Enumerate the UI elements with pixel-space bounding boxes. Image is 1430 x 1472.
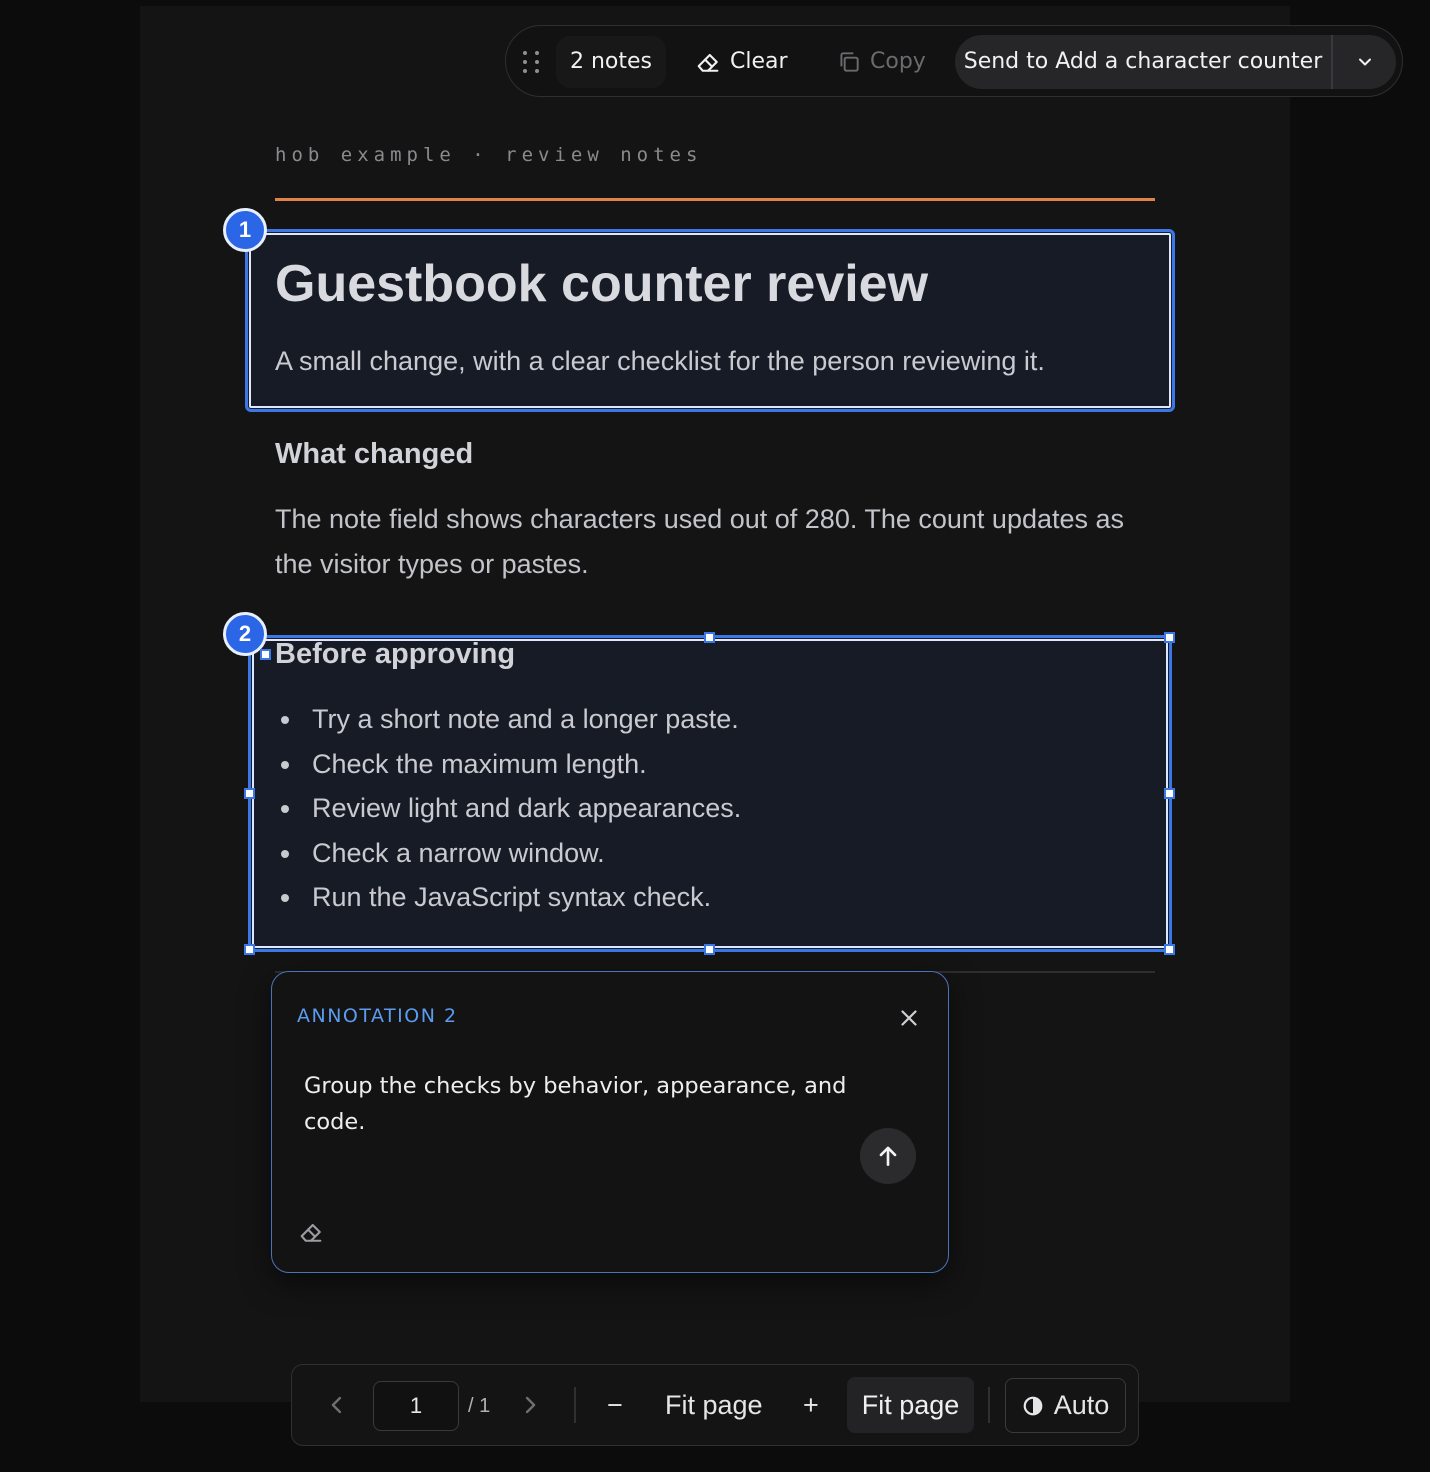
submit-note-button[interactable] [860, 1128, 916, 1184]
list-item: Check a narrow window. [275, 831, 741, 876]
toolbar-separator [574, 1387, 576, 1423]
resize-handle-bottom-left[interactable] [244, 944, 255, 955]
approval-checklist: Try a short note and a longer paste. Che… [275, 697, 741, 920]
notes-count-button[interactable]: 2 notes [556, 36, 667, 88]
close-button[interactable] [896, 1005, 922, 1031]
copy-icon [840, 52, 859, 72]
resize-handle-left[interactable] [244, 788, 255, 799]
resize-handle-bottom-right[interactable] [1164, 944, 1175, 955]
section-heading-what-changed: What changed [275, 438, 474, 470]
clear-note-button[interactable] [297, 1218, 327, 1248]
arrow-up-icon [879, 1146, 897, 1166]
resize-handle-bottom[interactable] [704, 944, 715, 955]
zoom-level-label: Fit page [665, 1390, 763, 1420]
clear-button[interactable]: Clear [694, 36, 788, 88]
zoom-out-button[interactable]: − [607, 1390, 623, 1421]
section-body-what-changed: The note field shows characters used out… [275, 504, 1125, 579]
chevron-left-icon [331, 1396, 342, 1414]
fit-page-button[interactable]: Fit page [847, 1377, 974, 1433]
page-subtitle: A small change, with a clear checklist f… [275, 346, 1045, 376]
theme-label: Auto [1053, 1390, 1110, 1420]
previous-page-button[interactable] [323, 1391, 351, 1419]
section-heading-before-approving: Before approving [275, 638, 516, 670]
toolbar-separator [988, 1387, 990, 1423]
annotation-note-input[interactable]: Group the checks by behavior, appearance… [304, 1068, 874, 1140]
contrast-icon [1023, 1396, 1043, 1415]
page-title: Guestbook counter review [275, 255, 929, 313]
resize-handle-top[interactable] [704, 632, 715, 643]
page-number-input[interactable] [373, 1381, 459, 1431]
list-item: Review light and dark appearances. [275, 786, 741, 831]
clear-label: Clear [730, 49, 788, 74]
viewer-controls: / 1 − Fit page + Fit page Auto [291, 1364, 1139, 1446]
document-eyebrow: hob example · review notes [275, 144, 703, 166]
annotation-badge-1[interactable]: 1 [223, 208, 267, 252]
annotation-toolbar: 2 notes Clear Copy Send to Add a charact… [505, 25, 1403, 97]
zoom-in-button[interactable]: + [803, 1390, 819, 1421]
annotation-popover: ANNOTATION 2 Group the checks by behavio… [271, 971, 949, 1273]
copy-button[interactable]: Copy [836, 36, 926, 88]
eraser-icon [300, 1223, 322, 1242]
theme-toggle-button[interactable]: Auto [1005, 1378, 1126, 1433]
list-item: Try a short note and a longer paste. [275, 697, 741, 742]
resize-handle-right[interactable] [1164, 788, 1175, 799]
list-item: Check the maximum length. [275, 742, 741, 787]
send-to-split-button: Send to Add a character counter [955, 35, 1396, 89]
resize-handle-top-left[interactable] [260, 649, 271, 660]
chevron-down-icon [1358, 58, 1371, 66]
send-options-button[interactable] [1333, 35, 1396, 89]
page-total: / 1 [468, 1395, 491, 1417]
next-page-button[interactable] [516, 1391, 544, 1419]
annotation-popover-title: ANNOTATION 2 [297, 1005, 458, 1027]
copy-label: Copy [870, 49, 926, 74]
send-to-button[interactable]: Send to Add a character counter [955, 35, 1331, 89]
accent-divider [275, 198, 1155, 201]
list-item: Run the JavaScript syntax check. [275, 875, 741, 920]
resize-handle-top-right[interactable] [1164, 632, 1175, 643]
chevron-right-icon [525, 1396, 536, 1414]
close-icon [901, 1010, 917, 1026]
drag-grip-icon[interactable] [522, 48, 542, 76]
eraser-icon [697, 53, 719, 72]
